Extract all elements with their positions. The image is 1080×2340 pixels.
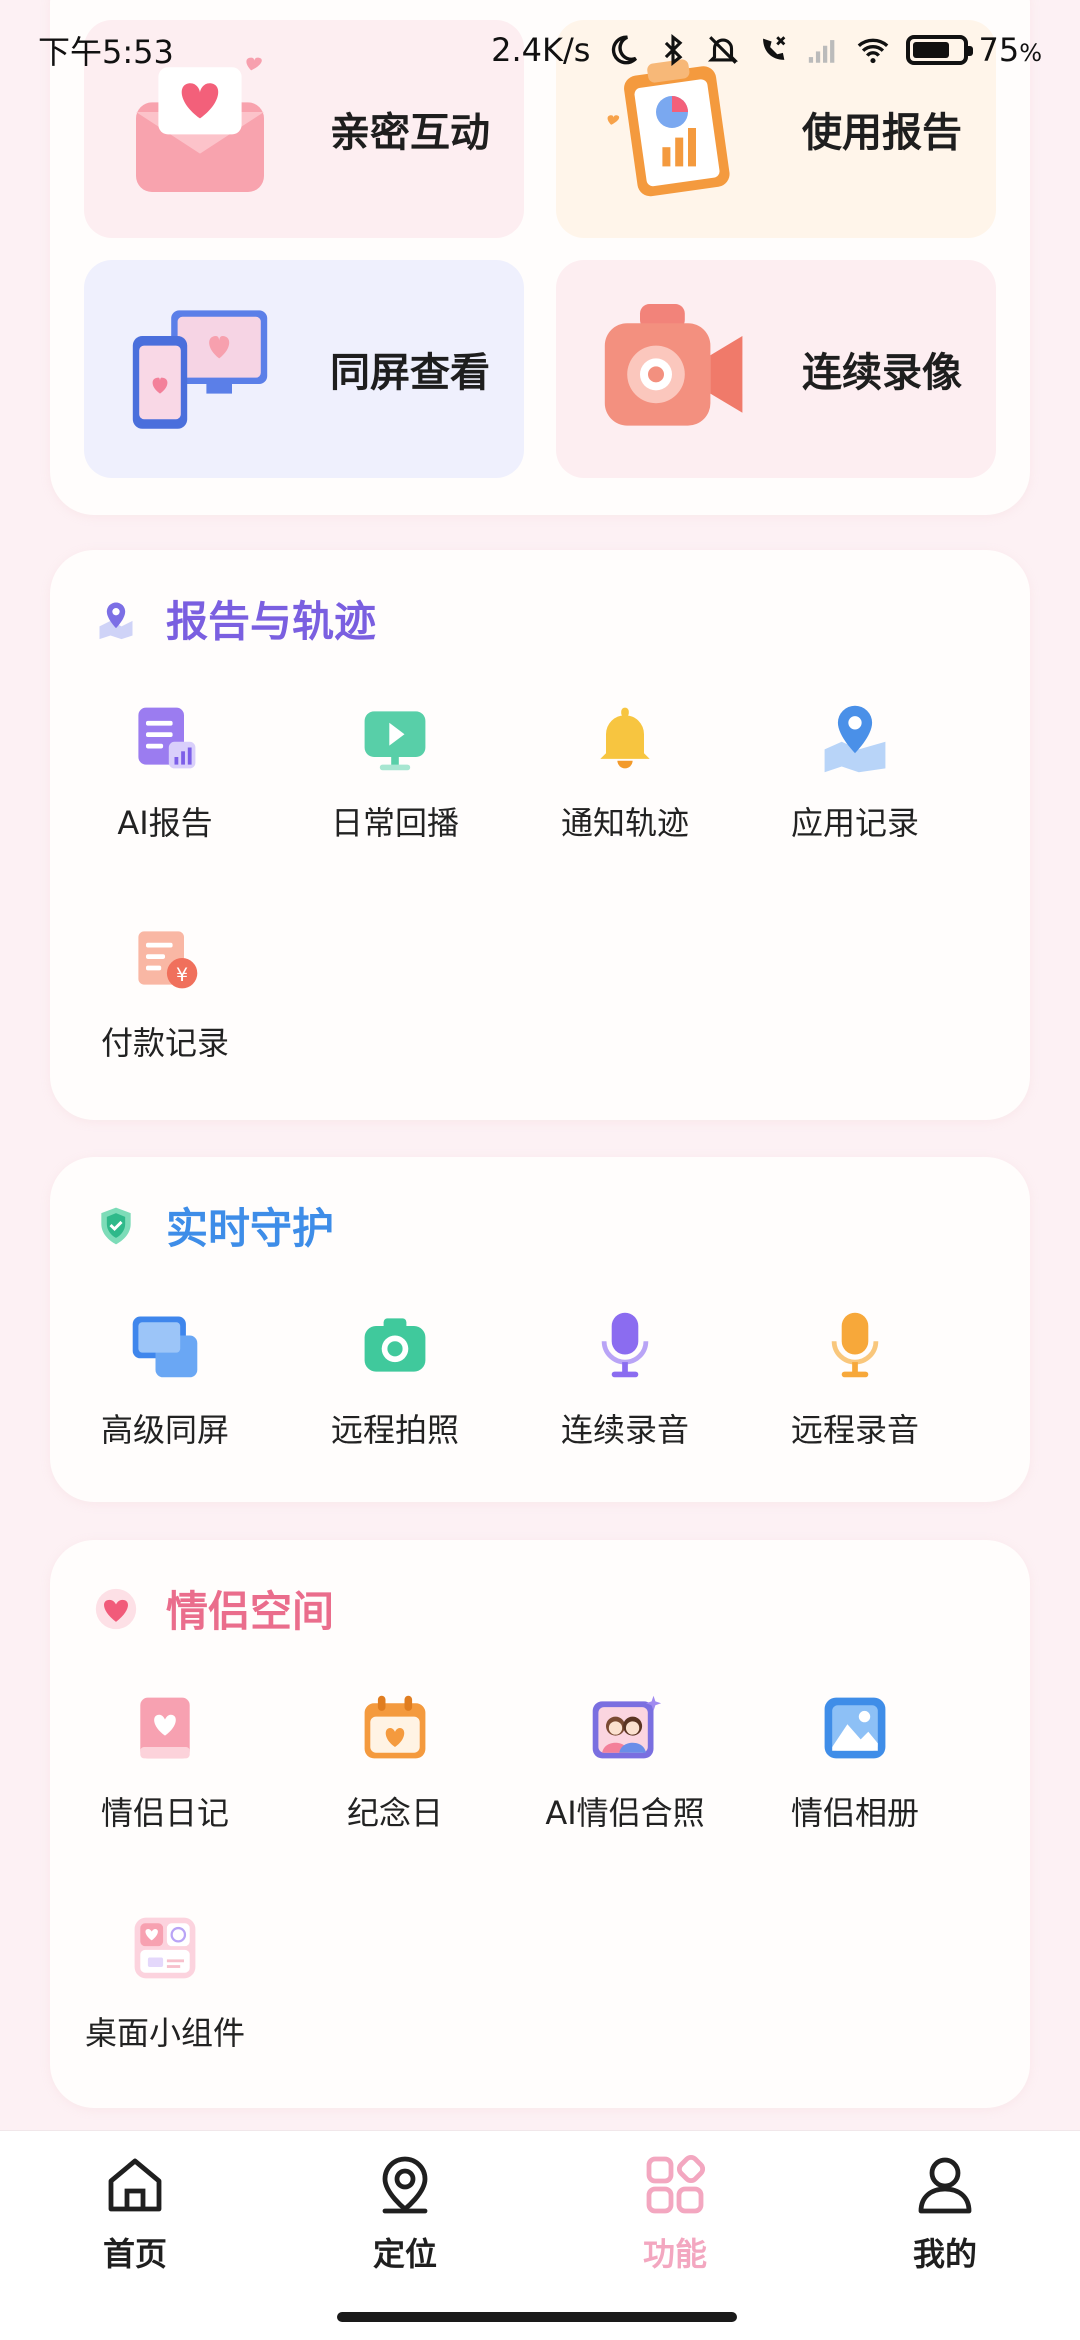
- item-couple-diary[interactable]: 情侣日记: [50, 1690, 280, 1880]
- ai-document-icon: [138, 707, 196, 769]
- item-label: 应用记录: [790, 804, 919, 842]
- section-header: 报告与轨迹: [94, 588, 376, 649]
- battery-percent: 75%: [978, 31, 1042, 69]
- item-payment-records[interactable]: ¥ 付款记录: [50, 920, 280, 1110]
- section-header: 实时守护: [94, 1195, 334, 1256]
- bluetooth-icon: [665, 34, 683, 66]
- wifi-icon: [858, 38, 889, 64]
- item-ai-report[interactable]: AI报告: [50, 700, 280, 890]
- item-label: 远程拍照: [330, 1411, 459, 1449]
- nav-label: 功能: [642, 2235, 707, 2273]
- bottom-navigation: 首页 定位 功能 我的: [0, 2130, 1080, 2340]
- nav-features[interactable]: 功能: [575, 2153, 775, 2293]
- section-report-track: 报告与轨迹 AI报告 日常回播 通知轨迹 应用记录 ¥ 付款记录: [50, 550, 1030, 1120]
- item-label: 高级同屏: [100, 1411, 229, 1449]
- dual-screen-icon: [132, 1316, 198, 1378]
- item-label: 连续录音: [560, 1411, 689, 1449]
- call-icon: [763, 36, 786, 60]
- item-label: 情侣日记: [100, 1794, 229, 1832]
- item-label: AI情侣合照: [545, 1794, 705, 1832]
- nav-label: 首页: [102, 2235, 167, 2273]
- location-pin-icon: [382, 2156, 428, 2214]
- screen-mirror-icon: [132, 310, 268, 429]
- status-bar: 下午5:53 2.4K/s 75%: [0, 0, 1080, 100]
- heart-icon: [95, 1588, 137, 1629]
- item-label: 远程录音: [790, 1411, 919, 1449]
- status-time: 下午5:53: [38, 33, 174, 71]
- nav-label: 我的: [912, 2235, 977, 2273]
- network-speed: 2.4K/s: [491, 31, 591, 69]
- apps-grid-icon: [646, 2154, 706, 2214]
- section-title: 实时守护: [166, 1204, 335, 1253]
- camera-icon: [364, 1318, 426, 1372]
- nav-profile[interactable]: 我的: [845, 2153, 1045, 2293]
- section-header: 情侣空间: [94, 1578, 334, 1639]
- item-remote-audio[interactable]: 远程录音: [740, 1307, 970, 1497]
- feature-label: 连续录像: [802, 350, 962, 396]
- video-camera-icon: [604, 304, 743, 426]
- battery-indicator: 75%: [906, 31, 1042, 69]
- svg-text:¥: ¥: [176, 964, 188, 986]
- map-location-icon: [824, 705, 886, 773]
- item-continuous-audio[interactable]: 连续录音: [510, 1307, 740, 1497]
- microphone-icon: [831, 1312, 879, 1378]
- widget-icon: [134, 1917, 196, 1979]
- nav-home[interactable]: 首页: [35, 2153, 235, 2293]
- section-couple-space: 情侣空间 情侣日记 纪念日 AI情侣合照 情侣相册 桌面小组件: [50, 1540, 1030, 2108]
- map-pin-icon: [99, 602, 133, 639]
- home-indicator[interactable]: [337, 2312, 737, 2322]
- user-icon: [918, 2157, 972, 2214]
- bell-muted-icon: [708, 36, 739, 64]
- signal-icon: [809, 40, 835, 63]
- section-title: 情侣空间: [166, 1587, 335, 1636]
- nav-label: 定位: [372, 2235, 437, 2273]
- shield-icon: [101, 1207, 131, 1244]
- section-title: 报告与轨迹: [166, 597, 377, 646]
- microphone-icon: [601, 1312, 649, 1378]
- item-remote-photo[interactable]: 远程拍照: [280, 1307, 510, 1497]
- bell-icon: [600, 707, 650, 769]
- item-anniversary[interactable]: 纪念日: [280, 1690, 510, 1880]
- couple-photo-icon: [592, 1695, 662, 1759]
- tv-play-icon: [364, 711, 426, 771]
- battery-fill: [913, 42, 950, 58]
- home-icon: [108, 2158, 162, 2212]
- moon-icon: [612, 35, 638, 65]
- item-label: 通知轨迹: [560, 804, 689, 842]
- battery-icon: [906, 35, 974, 65]
- feature-screen-mirror[interactable]: 同屏查看: [84, 260, 524, 478]
- item-label: 情侣相册: [790, 1794, 919, 1832]
- item-couple-album[interactable]: 情侣相册: [740, 1690, 970, 1880]
- item-daily-replay[interactable]: 日常回播: [280, 700, 510, 890]
- status-icons: 2.4K/s 75%: [491, 31, 1042, 69]
- item-ai-couple-photo[interactable]: AI情侣合照: [510, 1690, 740, 1880]
- item-notification-track[interactable]: 通知轨迹: [510, 700, 740, 890]
- item-desktop-widget[interactable]: 桌面小组件: [50, 1910, 280, 2100]
- feature-label: 同屏查看: [330, 350, 490, 396]
- item-label: 桌面小组件: [84, 2014, 245, 2052]
- photo-album-icon: [824, 1697, 886, 1759]
- diary-icon: [140, 1697, 190, 1759]
- calendar-heart-icon: [364, 1695, 426, 1759]
- item-app-records[interactable]: 应用记录: [740, 700, 970, 890]
- section-realtime-guard: 实时守护 高级同屏 远程拍照 连续录音 远程录音: [50, 1157, 1030, 1502]
- item-advanced-mirror[interactable]: 高级同屏: [50, 1307, 280, 1497]
- item-label: 日常回播: [330, 804, 459, 842]
- item-label: 纪念日: [346, 1794, 443, 1832]
- receipt-yuan-icon: ¥: [138, 931, 198, 989]
- item-label: 付款记录: [100, 1024, 229, 1062]
- feature-continuous-recording[interactable]: 连续录像: [556, 260, 996, 478]
- nav-location[interactable]: 定位: [305, 2153, 505, 2293]
- item-label: AI报告: [117, 804, 213, 842]
